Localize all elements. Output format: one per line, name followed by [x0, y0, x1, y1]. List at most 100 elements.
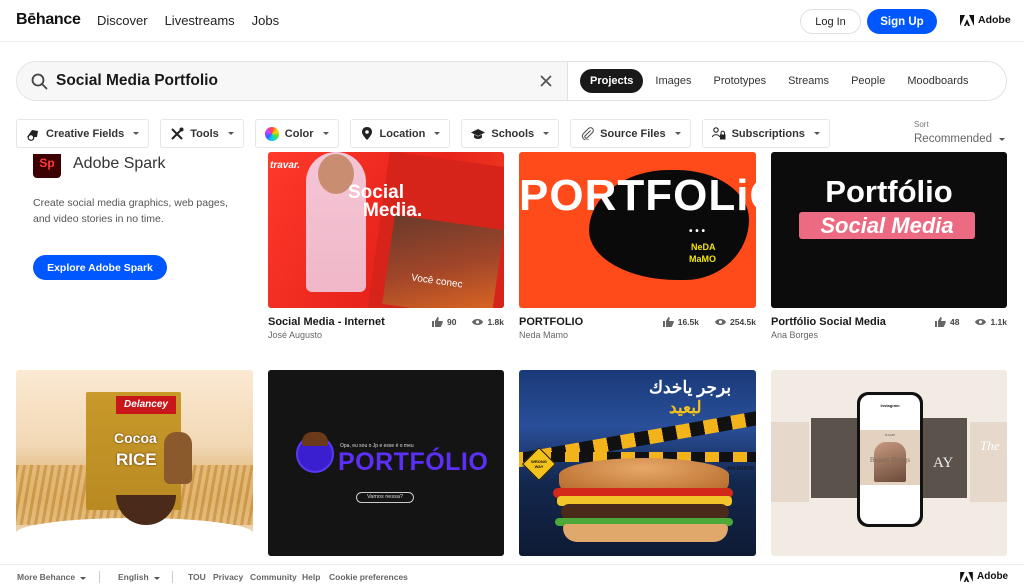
filter-tools[interactable]: Tools — [160, 119, 244, 148]
project-card[interactable]: AY The Instagram NAME Beauty Brings — [771, 370, 1007, 556]
filter-label: Creative Fields — [46, 127, 125, 140]
footer-link-tou[interactable]: TOU — [188, 572, 206, 582]
tab-streams[interactable]: Streams — [778, 69, 839, 93]
tab-prototypes[interactable]: Prototypes — [704, 69, 777, 93]
nav-livestreams[interactable]: Livestreams — [165, 13, 235, 28]
thumb-text: WRONG WAY — [531, 459, 547, 469]
language-label: English — [118, 572, 149, 582]
thumb-text: travar. — [270, 160, 301, 171]
explore-adobe-spark-button[interactable]: Explore Adobe Spark — [33, 255, 167, 280]
footer-link-community[interactable]: Community — [250, 572, 297, 582]
chevron-down-icon — [543, 132, 550, 135]
filter-color[interactable]: Color — [254, 119, 339, 148]
project-thumbnail[interactable]: AY The Instagram NAME Beauty Brings — [771, 370, 1007, 556]
footer-link-privacy[interactable]: Privacy — [213, 572, 243, 582]
footer: More Behance English TOU Privacy Communi… — [0, 564, 1024, 588]
project-title[interactable]: Portfólio Social Media — [771, 316, 886, 328]
chevron-down-icon — [434, 132, 441, 135]
thumb-text: MaMO — [689, 254, 716, 264]
chevron-down-icon — [322, 132, 329, 135]
adobe-brand[interactable]: Adobe — [960, 14, 1011, 26]
clear-search-icon[interactable] — [539, 74, 553, 88]
project-thumbnail[interactable]: Delancey Cocoa RICE — [16, 370, 253, 556]
project-thumbnail[interactable]: PORTFOLiO • • • NeDA MaMO — [519, 152, 756, 308]
filter-subscriptions[interactable]: Subscriptions — [701, 119, 830, 148]
thumb-text: Beauty Brings — [869, 456, 911, 464]
thumb-text: Social Media — [799, 212, 975, 239]
thumb-text: Vamos nessa? — [356, 492, 414, 503]
project-title[interactable]: PORTFOLIO — [519, 316, 583, 328]
project-thumbnail[interactable]: برجر ياخدك لبعيد WRONG WAY 404 ERROR — [519, 370, 756, 556]
thumb-text: لبعيد — [669, 398, 702, 417]
login-button[interactable]: Log In — [800, 9, 861, 34]
thumbs-up-icon — [934, 317, 946, 327]
footer-link-help[interactable]: Help — [302, 572, 320, 582]
project-owner[interactable]: Ana Borges — [771, 330, 818, 340]
color-wheel-icon — [264, 126, 279, 141]
filter-bar: Creative Fields Tools Color Location Sch… — [16, 119, 830, 148]
project-owner[interactable]: Neda Mamo — [519, 330, 568, 340]
thumb-text: Media. — [363, 200, 423, 221]
project-owner[interactable]: José Augusto — [268, 330, 322, 340]
filter-label: Subscriptions — [731, 127, 805, 140]
adobe-label: Adobe — [977, 571, 1009, 582]
views-count: 254.5k — [730, 317, 756, 327]
thumbs-up-icon — [431, 317, 443, 327]
filter-label: Color — [284, 127, 314, 140]
project-card[interactable]: PORTFOLiO • • • NeDA MaMO PORTFOLIO Neda… — [519, 152, 756, 347]
subscriptions-lock-icon — [711, 127, 726, 141]
chevron-down-icon — [80, 577, 87, 580]
project-thumbnail[interactable]: Portfólio Social Media — [771, 152, 1007, 308]
adobe-logo-icon — [960, 14, 974, 26]
project-card[interactable]: travar. Social Media. Você conec Social … — [268, 152, 504, 347]
project-card[interactable]: برجر ياخدك لبعيد WRONG WAY 404 ERROR — [519, 370, 756, 556]
tab-people[interactable]: People — [841, 69, 895, 93]
filter-location[interactable]: Location — [349, 119, 451, 148]
top-navigation: Bēhance Discover Livestreams Jobs Log In… — [0, 0, 1024, 42]
filter-creative-fields[interactable]: Creative Fields — [16, 119, 150, 148]
location-pin-icon — [360, 127, 374, 141]
thumb-text: AY — [933, 455, 954, 471]
nav-jobs[interactable]: Jobs — [252, 13, 279, 28]
filter-schools[interactable]: Schools — [461, 119, 560, 148]
views-count: 1.1k — [990, 317, 1007, 327]
signup-button[interactable]: Sign Up — [867, 9, 937, 34]
thumb-text: Cocoa — [114, 430, 157, 446]
project-card[interactable]: Portfólio Social Media Portfólio Social … — [771, 152, 1007, 347]
thumbs-up-icon — [662, 317, 674, 327]
more-behance-menu[interactable]: More Behance — [17, 572, 87, 582]
chevron-down-icon — [674, 132, 681, 135]
search-type-tabs: Projects Images Prototypes Streams Peopl… — [580, 69, 980, 93]
tab-projects[interactable]: Projects — [580, 69, 644, 93]
eye-icon — [975, 319, 987, 325]
thumb-text: NeDA — [691, 242, 716, 252]
footer-link-cookie-preferences[interactable]: Cookie preferences — [329, 572, 408, 582]
filter-label: Schools — [491, 127, 535, 140]
language-menu[interactable]: English — [118, 572, 161, 582]
search-input[interactable] — [56, 70, 526, 92]
main-nav: Discover Livestreams Jobs — [97, 13, 296, 28]
eye-icon — [472, 319, 484, 325]
tab-images[interactable]: Images — [645, 69, 701, 93]
filter-label: Tools — [190, 127, 219, 140]
filter-source-files[interactable]: Source Files — [570, 119, 691, 148]
project-card[interactable]: Opa, eu sou o Jp e esse é o meu PORTFÓLI… — [268, 370, 504, 556]
project-thumbnail[interactable]: Opa, eu sou o Jp e esse é o meu PORTFÓLI… — [268, 370, 504, 556]
behance-logo[interactable]: Bēhance — [16, 11, 81, 29]
search-icon — [31, 73, 48, 90]
nav-discover[interactable]: Discover — [97, 13, 148, 28]
footer-adobe-brand[interactable]: Adobe — [960, 571, 1008, 582]
project-title[interactable]: Social Media - Internet — [268, 316, 385, 328]
graduation-cap-icon — [471, 127, 486, 141]
adobe-spark-logo-icon: Sp — [33, 154, 61, 178]
project-card[interactable]: Delancey Cocoa RICE — [16, 370, 253, 556]
eye-icon — [715, 319, 726, 325]
thumb-text: NAME — [884, 433, 896, 437]
sort-dropdown[interactable]: Sort Recommended — [914, 120, 1005, 145]
promo-title: Adobe Spark — [73, 155, 166, 172]
tab-moodboards[interactable]: Moodboards — [897, 69, 978, 93]
project-stats: 16.5k 254.5k — [662, 317, 756, 327]
adobe-label: Adobe — [978, 14, 1011, 26]
chevron-down-icon — [133, 132, 140, 135]
project-thumbnail[interactable]: travar. Social Media. Você conec — [268, 152, 504, 308]
